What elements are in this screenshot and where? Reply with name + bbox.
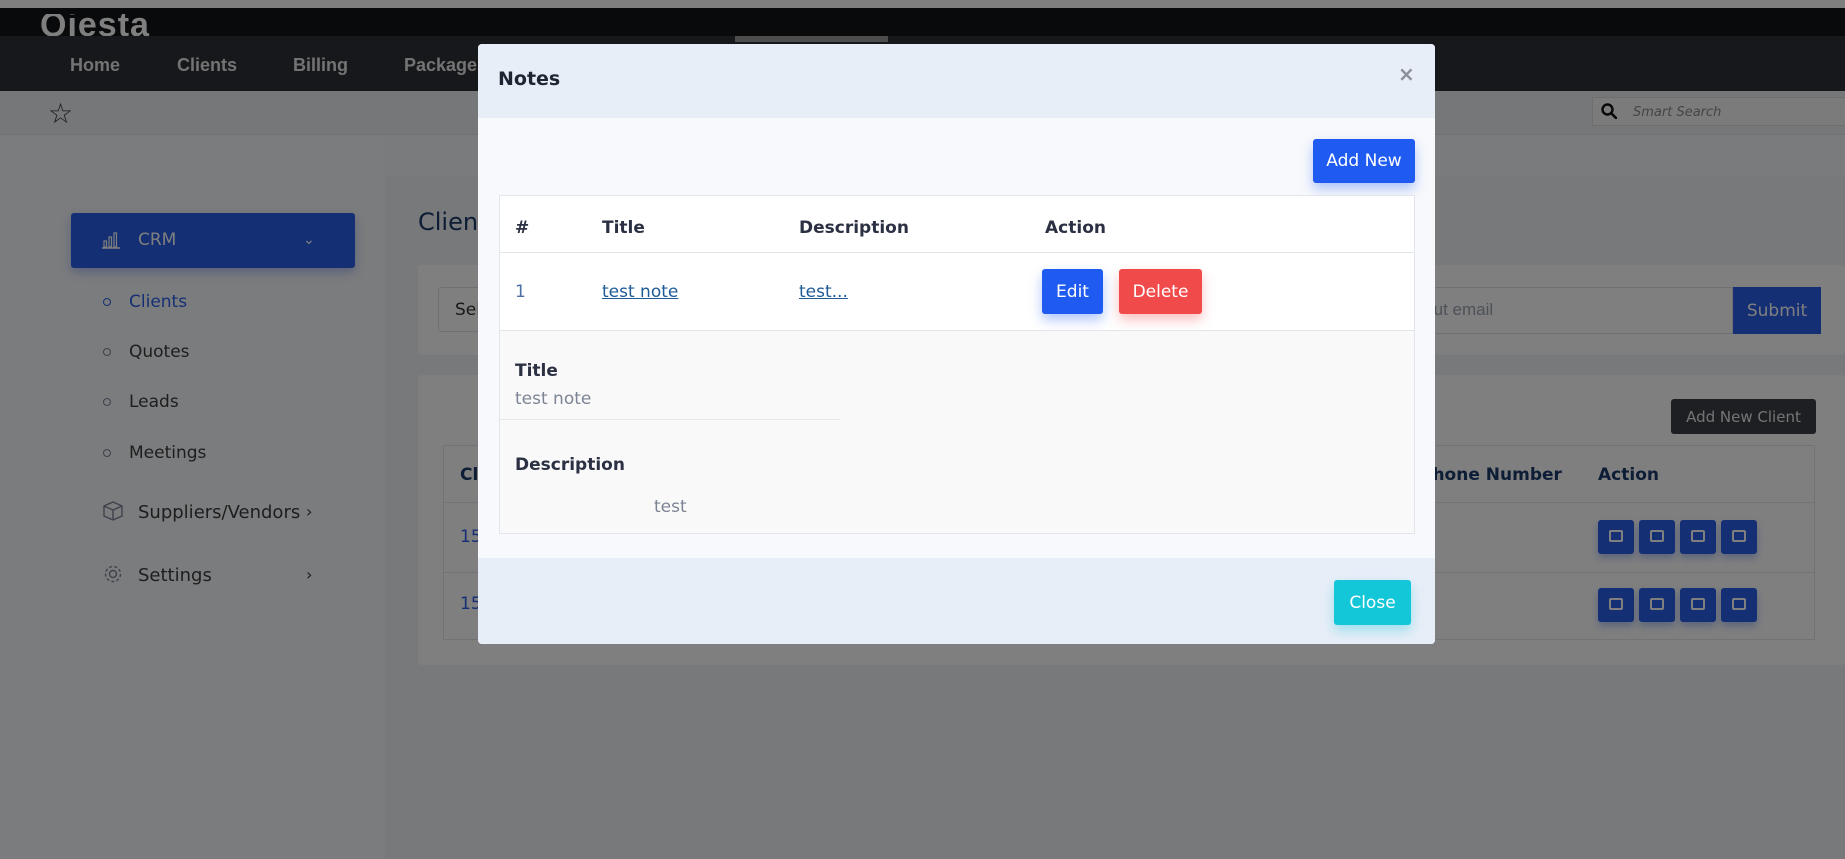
table-header-action: Action: [1045, 218, 1106, 238]
note-detail: Title test note Description test: [500, 331, 1414, 533]
close-icon[interactable]: ×: [1398, 64, 1415, 84]
table-header-title: Title: [602, 218, 645, 238]
detail-description-value: test: [654, 497, 687, 517]
note-title-link[interactable]: test note: [602, 282, 678, 302]
notes-table: # Title Description Action 1 test note t…: [499, 195, 1415, 534]
edit-button[interactable]: Edit: [1042, 269, 1103, 314]
modal-title: Notes: [498, 68, 561, 90]
notes-modal: Notes × Add New # Title Description Acti…: [478, 44, 1435, 644]
table-header-number: #: [515, 218, 530, 238]
modal-header: Notes ×: [478, 44, 1435, 118]
note-number: 1: [515, 282, 526, 302]
detail-description-label: Description: [515, 455, 625, 475]
detail-title-value: test note: [515, 389, 592, 409]
delete-button[interactable]: Delete: [1119, 269, 1202, 314]
modal-footer: [478, 558, 1435, 644]
add-new-note-button[interactable]: Add New: [1313, 139, 1415, 183]
detail-title-label: Title: [515, 361, 558, 381]
table-divider: [500, 252, 1414, 253]
detail-divider: [500, 419, 840, 420]
table-header-description: Description: [799, 218, 909, 238]
close-button[interactable]: Close: [1334, 580, 1411, 625]
note-description-link[interactable]: test...: [799, 282, 848, 302]
